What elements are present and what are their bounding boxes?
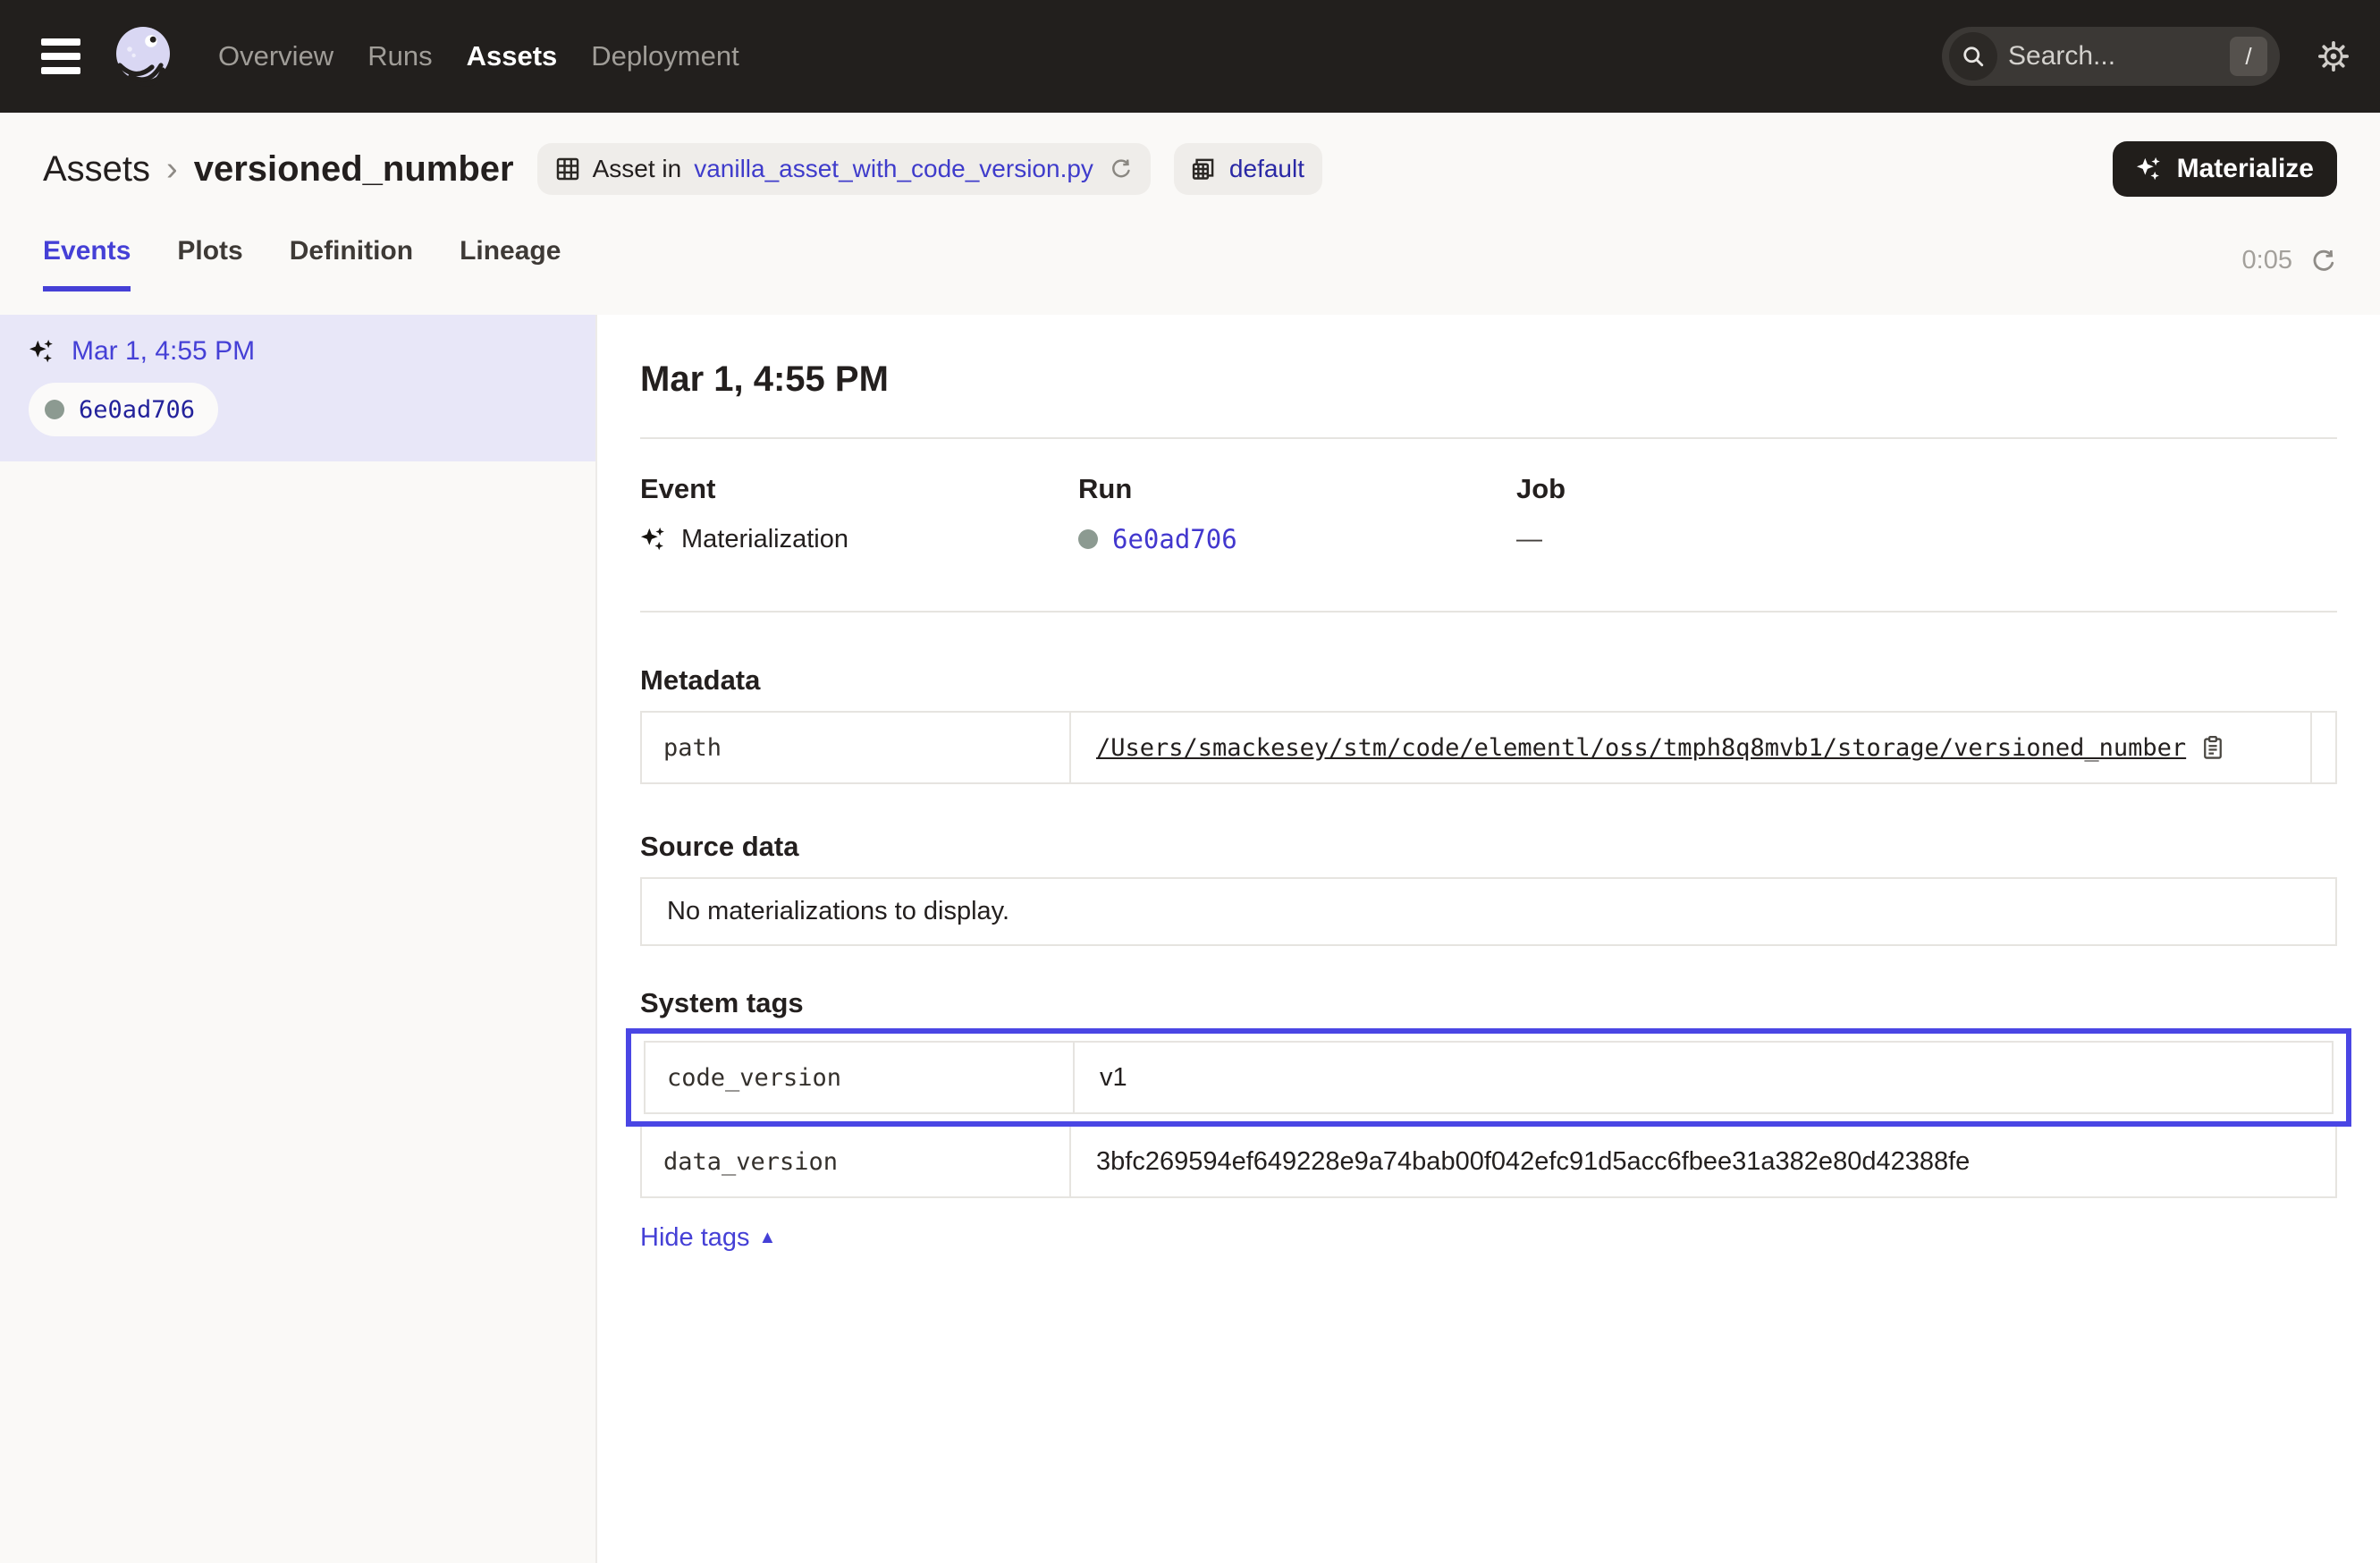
run-column-label: Run (1078, 473, 1516, 505)
run-column: Run 6e0ad706 (1078, 473, 1516, 557)
refresh-icon[interactable] (2310, 248, 2337, 275)
system-tags-section-title: System tags (640, 987, 2337, 1019)
sparkles-icon (2136, 156, 2163, 182)
tab-plots[interactable]: Plots (177, 236, 242, 291)
run-badge-id: 6e0ad706 (79, 396, 195, 424)
event-timestamp-link[interactable]: Mar 1, 4:55 PM (72, 336, 255, 367)
highlighted-tag-row-outline: code_version v1 (626, 1028, 2351, 1127)
breadcrumb-separator: › (166, 150, 178, 189)
run-id-link[interactable]: 6e0ad706 (1112, 524, 1237, 554)
event-detail-panel: Mar 1, 4:55 PM Event Materialization (597, 315, 2380, 1563)
caret-up-icon: ▲ (759, 1228, 777, 1248)
metadata-key: path (642, 713, 1071, 782)
nav-link-overview[interactable]: Overview (218, 40, 333, 72)
source-data-section-title: Source data (640, 831, 2337, 863)
asset-chip-prefix: Asset in (593, 155, 682, 183)
nav-right: / (1942, 27, 2350, 86)
run-badge[interactable]: 6e0ad706 (29, 383, 218, 436)
nav-link-assets[interactable]: Assets (467, 40, 558, 72)
materialization-sparkles-icon (640, 526, 667, 553)
metadata-path-link[interactable]: /Users/smackesey/stm/code/elementl/oss/t… (1096, 734, 2186, 762)
repo-grid-icon (1192, 156, 1217, 182)
system-tags-table: data_version 3bfc269594ef649228e9a74bab0… (640, 1127, 2337, 1198)
tab-lineage[interactable]: Lineage (460, 236, 561, 291)
top-nav: Overview Runs Assets Deployment / (0, 0, 2380, 113)
hide-tags-label: Hide tags (640, 1223, 750, 1253)
run-status-dot (45, 400, 64, 419)
code-location-link[interactable]: default (1229, 155, 1304, 183)
search-box[interactable]: / (1942, 27, 2280, 86)
tag-key-data-version: data_version (642, 1127, 1071, 1196)
breadcrumb: Assets › versioned_number (43, 149, 514, 190)
page-header: Assets › versioned_number Asset in vanil… (0, 113, 2380, 315)
code-location-chip[interactable]: default (1174, 143, 1322, 195)
event-type-value: Materialization (681, 525, 848, 554)
event-info-grid: Event Materialization Run (640, 473, 2337, 557)
hide-tags-link[interactable]: Hide tags ▲ (640, 1223, 776, 1253)
nav-link-deployment[interactable]: Deployment (591, 40, 738, 72)
refresh-countdown: 0:05 (2242, 246, 2292, 275)
menu-icon[interactable] (41, 38, 80, 74)
event-column: Event Materialization (640, 473, 1078, 557)
asset-tabs: Events Plots Definition Lineage (43, 236, 561, 291)
dagster-app: Overview Runs Assets Deployment / (0, 0, 2380, 1563)
table-row: code_version v1 (646, 1043, 2332, 1112)
search-input[interactable] (1997, 41, 2230, 72)
asset-grid-icon (555, 156, 580, 182)
copy-clipboard-icon[interactable] (2200, 735, 2225, 760)
materialize-button[interactable]: Materialize (2113, 141, 2337, 197)
settings-gear-icon[interactable] (2317, 40, 2350, 72)
metadata-row-gutter (2310, 713, 2335, 782)
nav-link-runs[interactable]: Runs (367, 40, 432, 72)
asset-chip-refresh-icon[interactable] (1110, 157, 1133, 181)
source-data-empty-message: No materializations to display. (640, 877, 2337, 946)
tag-value-data-version: 3bfc269594ef649228e9a74bab00f042efc91d5a… (1071, 1127, 2335, 1196)
search-icon (1949, 32, 1997, 80)
tag-value-code-version: v1 (1075, 1043, 2332, 1112)
materialization-sparkles-icon (29, 338, 55, 365)
job-empty-value: — (1516, 525, 1542, 554)
breadcrumb-assets[interactable]: Assets (43, 149, 150, 190)
page-title: versioned_number (194, 149, 514, 190)
materialize-button-label: Materialize (2177, 154, 2314, 184)
job-column-label: Job (1516, 473, 1954, 505)
tag-key-code-version: code_version (646, 1043, 1075, 1112)
event-list-item[interactable]: Mar 1, 4:55 PM 6e0ad706 (0, 315, 595, 461)
run-status-dot (1078, 529, 1098, 549)
metadata-table: path /Users/smackesey/stm/code/elementl/… (640, 711, 2337, 784)
asset-definition-chip[interactable]: Asset in vanilla_asset_with_code_version… (537, 143, 1151, 195)
tab-events[interactable]: Events (43, 236, 131, 291)
metadata-section-title: Metadata (640, 664, 2337, 697)
search-shortcut-badge: / (2230, 37, 2267, 76)
tab-definition[interactable]: Definition (290, 236, 413, 291)
dagster-logo-icon[interactable] (107, 21, 179, 92)
system-tags-table-highlighted: code_version v1 (644, 1041, 2334, 1114)
table-row: path /Users/smackesey/stm/code/elementl/… (642, 713, 2335, 782)
event-heading: Mar 1, 4:55 PM (640, 359, 2337, 400)
asset-file-link[interactable]: vanilla_asset_with_code_version.py (694, 155, 1093, 183)
table-row: data_version 3bfc269594ef649228e9a74bab0… (642, 1127, 2335, 1196)
events-sidebar: Mar 1, 4:55 PM 6e0ad706 (0, 315, 597, 1563)
nav-links: Overview Runs Assets Deployment (218, 40, 739, 72)
event-column-label: Event (640, 473, 1078, 505)
job-column: Job — (1516, 473, 1954, 557)
